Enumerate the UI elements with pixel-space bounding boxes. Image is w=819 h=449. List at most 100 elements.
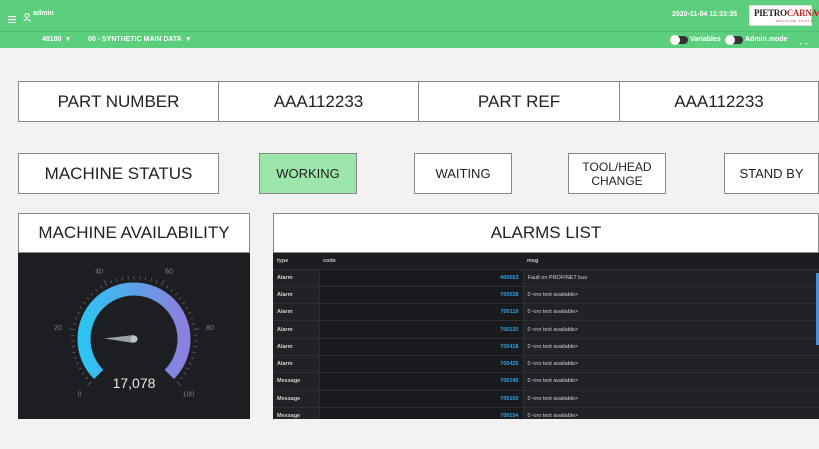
table-row[interactable]: Message 700145 0 <no text available>: [273, 372, 819, 391]
cell-type: Message: [273, 389, 319, 408]
cell-msg: 0 <no text available>: [522, 406, 819, 419]
table-row[interactable]: Alarm 700119 0 <no text available>: [273, 303, 819, 321]
cell-type: Alarm: [273, 337, 319, 356]
cell-type: Message: [273, 406, 319, 419]
cell-msg: 0 <no text available>: [522, 320, 819, 339]
table-row[interactable]: Alarm 700028 0 <no text available>: [273, 285, 819, 304]
cell-type: Alarm: [273, 303, 319, 321]
status-tool-head-change: TOOL/HEAD CHANGE: [568, 153, 666, 194]
logo-text: PIETROCARNAGHI: [754, 8, 819, 18]
status-tool-head-line2: CHANGE: [591, 173, 643, 188]
brand-logo: PIETROCARNAGHI MACHINE TOOLS: [749, 5, 819, 26]
gauge-tick: [78, 367, 82, 370]
fullscreen-icon[interactable]: [799, 37, 808, 51]
gauge-tick: [192, 351, 196, 354]
gauge-tick: [170, 289, 173, 292]
cell-code: 700418: [318, 337, 523, 356]
gauge-tick: [95, 289, 98, 292]
status-tool-head-line1: TOOL/HEAD: [582, 159, 652, 174]
column-header-code[interactable]: code: [319, 253, 523, 269]
variables-toggle[interactable]: [670, 35, 688, 45]
part-number-value: AAA112233: [218, 81, 419, 122]
table-row[interactable]: Alarm 700425 0 <no text available>: [273, 354, 819, 373]
gauge-tick: [87, 381, 92, 386]
cell-code: 700120: [318, 320, 523, 339]
table-row[interactable]: Alarm 400553 Fault on PROFINET bus: [273, 268, 819, 287]
part-ref-value: AAA112233: [619, 81, 819, 122]
alarms-header-row: type code msg: [273, 253, 819, 269]
gauge-tick-label: 100: [183, 391, 195, 398]
table-row[interactable]: Alarm 700418 0 <no text available>: [273, 337, 819, 356]
variables-label: Variables: [690, 36, 721, 43]
gauge-tick: [186, 367, 190, 370]
cell-msg: 0 <no text available>: [522, 303, 819, 321]
gauge-tick-label: 80: [206, 325, 214, 332]
cell-code: 700145: [318, 372, 523, 391]
gauge-tick: [178, 297, 182, 300]
user-name[interactable]: admin: [33, 9, 54, 19]
gauge-tick: [190, 357, 195, 359]
chevron-down-icon: ▾: [186, 36, 191, 43]
machine-select[interactable]: 48180 ▾: [42, 35, 70, 45]
status-working: WORKING: [259, 153, 357, 194]
cell-msg: Fault on PROFINET bus: [522, 268, 819, 287]
gauge-tick: [103, 280, 108, 286]
cell-code: 400553: [318, 268, 523, 287]
gauge-tick: [68, 328, 75, 330]
gauge-tick: [165, 285, 169, 289]
gauge-tick: [72, 322, 76, 325]
gauge-tick: [82, 301, 86, 305]
gauge-tick-label: 60: [165, 268, 173, 275]
user-icon: [23, 9, 31, 22]
cell-code: 700150: [318, 389, 523, 408]
data-select[interactable]: 00 - SYNTHETIC MAIN DATA ▾: [88, 35, 190, 45]
sub-bar: 48180 ▾ 00 - SYNTHETIC MAIN DATA ▾ Varia…: [0, 31, 819, 51]
cell-type: Alarm: [273, 285, 319, 304]
table-row[interactable]: Message 700150 0 <no text available>: [273, 389, 819, 408]
table-row[interactable]: Alarm 700120 0 <no text available>: [273, 320, 819, 339]
gauge-tick: [155, 280, 158, 284]
gauge-tick: [190, 317, 194, 320]
cell-type: Alarm: [273, 320, 319, 339]
cell-code: 700425: [318, 354, 523, 373]
alarms-title: ALARMS LIST: [273, 213, 819, 253]
availability-gauge-panel: 0 20 40 60 80 100 17,078: [18, 253, 250, 419]
top-bar: admin 2020-11-04 11:33:35 PIETROCARNAGHI…: [0, 0, 819, 31]
alarms-table: type code msg Alarm 400553 Fault on PROFIN…: [273, 253, 819, 419]
admin-mode-toggle[interactable]: [725, 35, 743, 45]
cell-type: Message: [273, 372, 319, 391]
cell-type: Alarm: [273, 354, 319, 373]
datetime: 2020-11-04 11:33:35: [672, 11, 737, 18]
gauge-tick: [185, 306, 189, 309]
gauge-tick: [121, 277, 124, 281]
gauge-tick-label: 0: [78, 391, 82, 398]
column-header-type[interactable]: type: [273, 253, 319, 269]
gauge-tick: [73, 357, 78, 359]
gauge-tick: [180, 376, 183, 380]
cell-type: Alarm: [273, 268, 319, 287]
gauge-tick: [182, 301, 186, 305]
menu-icon[interactable]: [8, 10, 16, 24]
status-waiting: WAITING: [414, 153, 512, 194]
column-header-msg[interactable]: msg: [523, 253, 819, 269]
gauge-tick: [188, 362, 192, 365]
gauge-tick: [99, 285, 103, 289]
table-row[interactable]: Message 700154 0 <no text available>: [273, 406, 819, 419]
machine-status-label: MACHINE STATUS: [18, 153, 219, 194]
cell-code: 700028: [318, 285, 523, 304]
chevron-down-icon: ▾: [66, 36, 70, 43]
availability-gauge: 0 20 40 60 80 100 17,078: [54, 268, 214, 398]
gauge-tick: [79, 306, 83, 309]
admin-mode-label: Admin mode: [745, 36, 788, 43]
gauge-tick-label: 20: [54, 325, 62, 332]
cell-msg: 0 <no text available>: [522, 337, 819, 356]
gauge-tick: [176, 381, 181, 386]
gauge-tick: [188, 311, 192, 314]
cell-msg: 0 <no text available>: [522, 285, 819, 304]
gauge-tick: [144, 277, 147, 281]
gauge-tick-label: 40: [95, 268, 103, 275]
gauge-tick: [193, 328, 200, 330]
gauge-tick: [110, 280, 113, 284]
part-number-label: PART NUMBER: [18, 81, 219, 122]
cell-msg: 0 <no text available>: [522, 372, 819, 391]
